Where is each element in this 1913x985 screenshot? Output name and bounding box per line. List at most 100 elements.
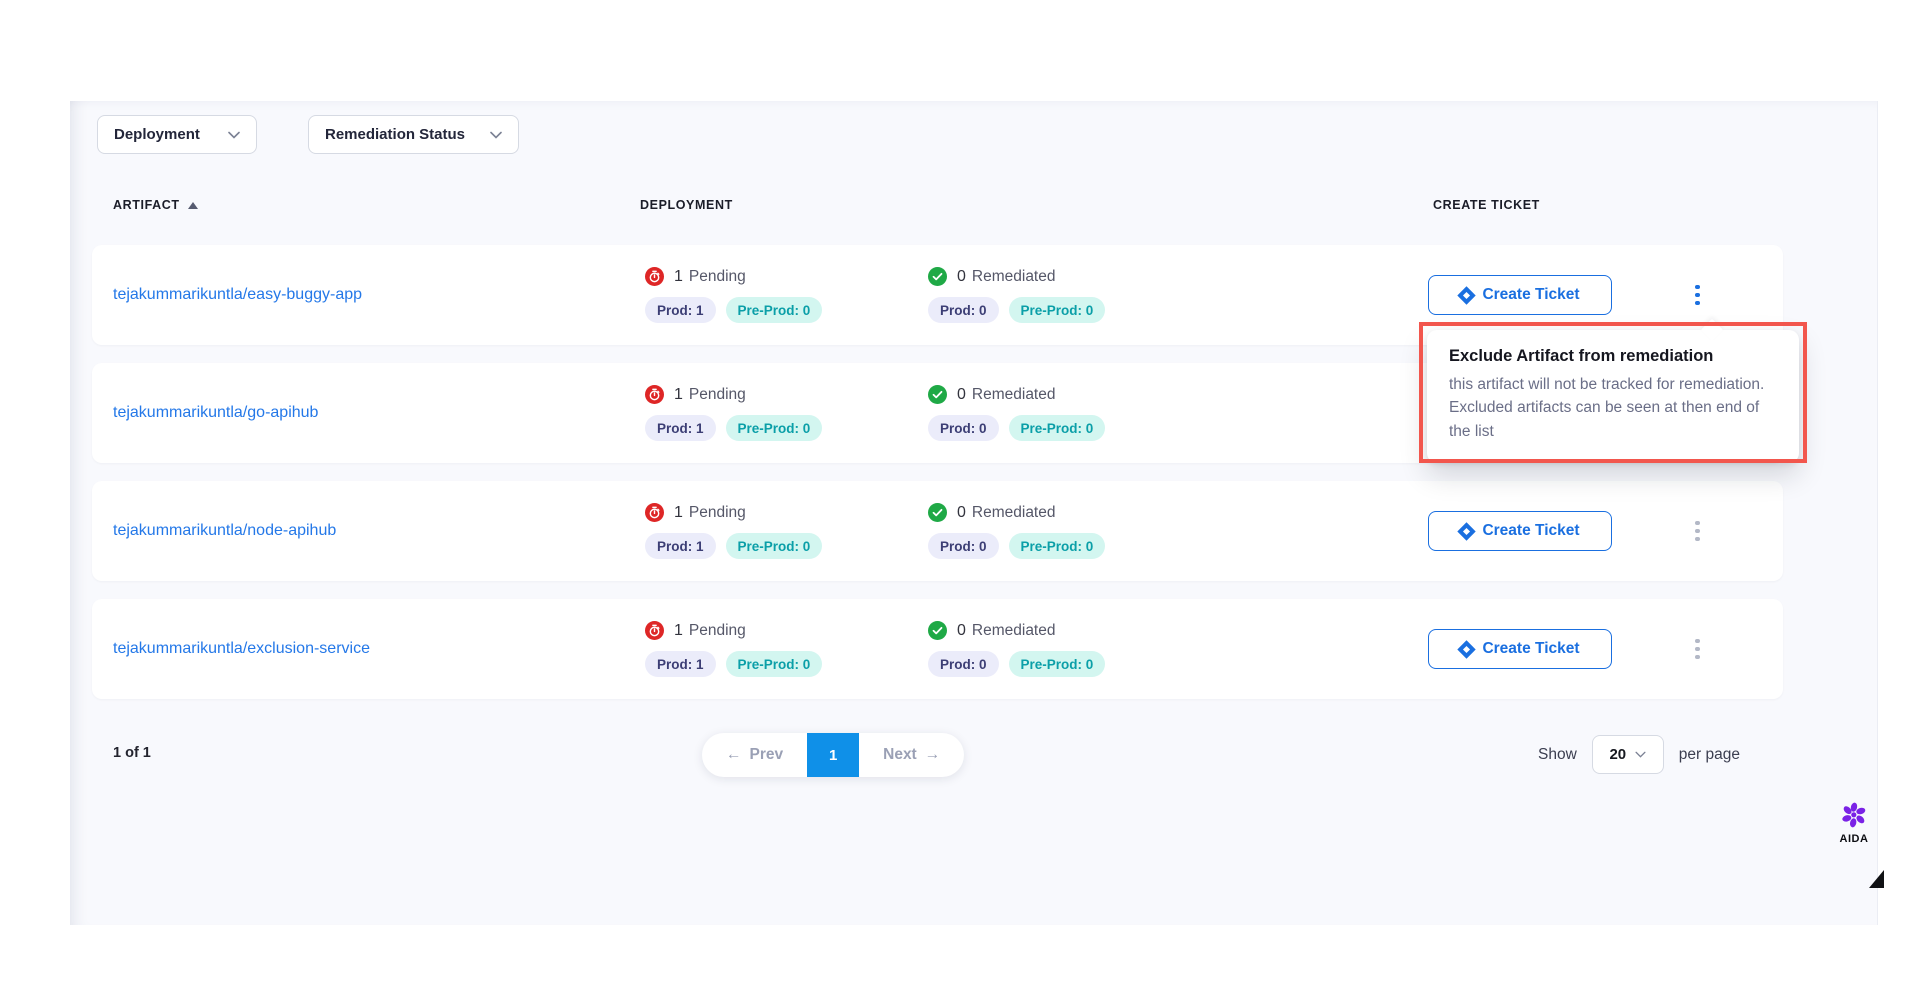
exclude-artifact-tooltip: Exclude Artifact from remediation this a… — [1427, 330, 1799, 463]
artifact-link[interactable]: tejakummarikuntla/go-apihub — [113, 404, 318, 421]
aida-flower-icon — [1839, 800, 1869, 830]
pending-badges: Prod: 1 Pre-Prod: 0 — [645, 415, 928, 441]
pending-label: Pending — [689, 504, 746, 522]
arrow-left-icon: ← — [726, 746, 742, 764]
pending-status-cell: 1 Pending Prod: 1 Pre-Prod: 0 — [645, 385, 928, 441]
pending-clock-icon — [645, 503, 664, 522]
pending-status-line: 1 Pending — [645, 621, 928, 640]
next-label: Next — [883, 746, 917, 764]
deployment-filter-dropdown[interactable]: Deployment — [97, 115, 257, 154]
pending-clock-icon — [645, 267, 664, 286]
remediated-prod-badge: Prod: 0 — [928, 415, 999, 441]
pending-count: 1 — [674, 504, 683, 522]
pending-preprod-badge: Pre-Prod: 0 — [726, 415, 823, 441]
pending-badges: Prod: 1 Pre-Prod: 0 — [645, 533, 928, 559]
current-page-button[interactable]: 1 — [807, 733, 859, 777]
remediated-label: Remediated — [972, 504, 1056, 522]
remediated-status-line: 0 Remediated — [928, 503, 1428, 522]
deployment-column-label: DEPLOYMENT — [640, 198, 733, 212]
pending-preprod-badge: Pre-Prod: 0 — [726, 533, 823, 559]
page-size-value: 20 — [1609, 746, 1626, 763]
pending-status-line: 1 Pending — [645, 503, 928, 522]
pending-label: Pending — [689, 268, 746, 286]
pending-label: Pending — [689, 622, 746, 640]
remediated-count: 0 — [957, 622, 966, 640]
pending-status-cell: 1 Pending Prod: 1 Pre-Prod: 0 — [645, 267, 928, 323]
page-summary: 1 of 1 — [113, 745, 151, 761]
remediated-status-line: 0 Remediated — [928, 621, 1428, 640]
chevron-down-icon — [1635, 751, 1646, 758]
artifact-cell: tejakummarikuntla/go-apihub — [113, 404, 645, 422]
remediated-preprod-badge: Pre-Prod: 0 — [1009, 297, 1106, 323]
remediated-check-icon — [928, 385, 947, 404]
row-actions-menu[interactable] — [1689, 279, 1706, 312]
aida-widget-button[interactable]: AIDA — [1826, 800, 1882, 845]
remediation-panel: Deployment Remediation Status ARTIFACT D… — [70, 101, 1878, 925]
artifact-link[interactable]: tejakummarikuntla/node-apihub — [113, 522, 336, 539]
table-body: tejakummarikuntla/easy-buggy-app 1 Pendi… — [92, 245, 1783, 699]
pending-status-cell: 1 Pending Prod: 1 Pre-Prod: 0 — [645, 503, 928, 559]
artifact-link[interactable]: tejakummarikuntla/easy-buggy-app — [113, 286, 362, 303]
create-ticket-button[interactable]: Create Ticket — [1428, 511, 1612, 551]
next-page-button[interactable]: Next → — [859, 733, 964, 777]
remediated-prod-badge: Prod: 0 — [928, 533, 999, 559]
remediated-label: Remediated — [972, 622, 1056, 640]
per-page-label: per page — [1679, 746, 1740, 764]
remediated-status-cell: 0 Remediated Prod: 0 Pre-Prod: 0 — [928, 267, 1428, 323]
pending-count: 1 — [674, 268, 683, 286]
remediated-label: Remediated — [972, 268, 1056, 286]
chevron-down-icon — [228, 126, 240, 143]
remediated-status-line: 0 Remediated — [928, 385, 1428, 404]
tooltip-body: this artifact will not be tracked for re… — [1449, 373, 1779, 443]
row-actions-menu[interactable] — [1689, 633, 1706, 666]
remediated-count: 0 — [957, 268, 966, 286]
pending-status-cell: 1 Pending Prod: 1 Pre-Prod: 0 — [645, 621, 928, 677]
tooltip-title: Exclude Artifact from remediation — [1449, 347, 1777, 366]
remediated-preprod-badge: Pre-Prod: 0 — [1009, 651, 1106, 677]
remediated-preprod-badge: Pre-Prod: 0 — [1009, 415, 1106, 441]
remediated-count: 0 — [957, 386, 966, 404]
table-row: tejakummarikuntla/node-apihub 1 Pending — [92, 481, 1783, 581]
remediation-status-filter-label: Remediation Status — [325, 126, 465, 143]
remediated-badges: Prod: 0 Pre-Prod: 0 — [928, 533, 1428, 559]
aida-label: AIDA — [1840, 833, 1869, 845]
column-header-deployment: DEPLOYMENT — [640, 198, 733, 212]
column-header-create-ticket: CREATE TICKET — [1433, 198, 1540, 212]
pending-prod-badge: Prod: 1 — [645, 651, 716, 677]
artifact-cell: tejakummarikuntla/easy-buggy-app — [113, 286, 645, 304]
deployment-filter-label: Deployment — [114, 126, 200, 143]
filter-bar: Deployment Remediation Status — [97, 115, 519, 154]
create-ticket-column-label: CREATE TICKET — [1433, 198, 1540, 212]
remediated-badges: Prod: 0 Pre-Prod: 0 — [928, 651, 1428, 677]
app-window: Deployment Remediation Status ARTIFACT D… — [0, 0, 1913, 985]
remediated-prod-badge: Prod: 0 — [928, 297, 999, 323]
ticket-diamond-icon — [1458, 640, 1476, 658]
sort-ascending-icon — [188, 202, 198, 209]
remediated-status-cell: 0 Remediated Prod: 0 Pre-Prod: 0 — [928, 385, 1428, 441]
show-label: Show — [1538, 746, 1577, 764]
remediated-status-cell: 0 Remediated Prod: 0 Pre-Prod: 0 — [928, 503, 1428, 559]
artifact-cell: tejakummarikuntla/node-apihub — [113, 522, 645, 540]
page-size-select[interactable]: 20 — [1592, 735, 1664, 774]
pagination-control: ← Prev 1 Next → — [702, 733, 964, 777]
pending-prod-badge: Prod: 1 — [645, 533, 716, 559]
row-actions-menu[interactable] — [1689, 515, 1706, 548]
remediated-badges: Prod: 0 Pre-Prod: 0 — [928, 415, 1428, 441]
create-ticket-label: Create Ticket — [1482, 522, 1579, 540]
column-header-artifact[interactable]: ARTIFACT — [113, 198, 198, 212]
create-ticket-button[interactable]: Create Ticket — [1428, 629, 1612, 669]
remediated-count: 0 — [957, 504, 966, 522]
prev-page-button[interactable]: ← Prev — [702, 733, 807, 777]
artifact-column-label: ARTIFACT — [113, 198, 180, 212]
remediated-badges: Prod: 0 Pre-Prod: 0 — [928, 297, 1428, 323]
create-ticket-button[interactable]: Create Ticket — [1428, 275, 1612, 315]
pending-clock-icon — [645, 385, 664, 404]
pending-prod-badge: Prod: 1 — [645, 297, 716, 323]
ticket-diamond-icon — [1458, 286, 1476, 304]
artifact-link[interactable]: tejakummarikuntla/exclusion-service — [113, 640, 370, 657]
remediated-prod-badge: Prod: 0 — [928, 651, 999, 677]
pending-clock-icon — [645, 621, 664, 640]
remediation-status-filter-dropdown[interactable]: Remediation Status — [308, 115, 519, 154]
arrow-right-icon: → — [925, 746, 941, 764]
ticket-diamond-icon — [1458, 522, 1476, 540]
